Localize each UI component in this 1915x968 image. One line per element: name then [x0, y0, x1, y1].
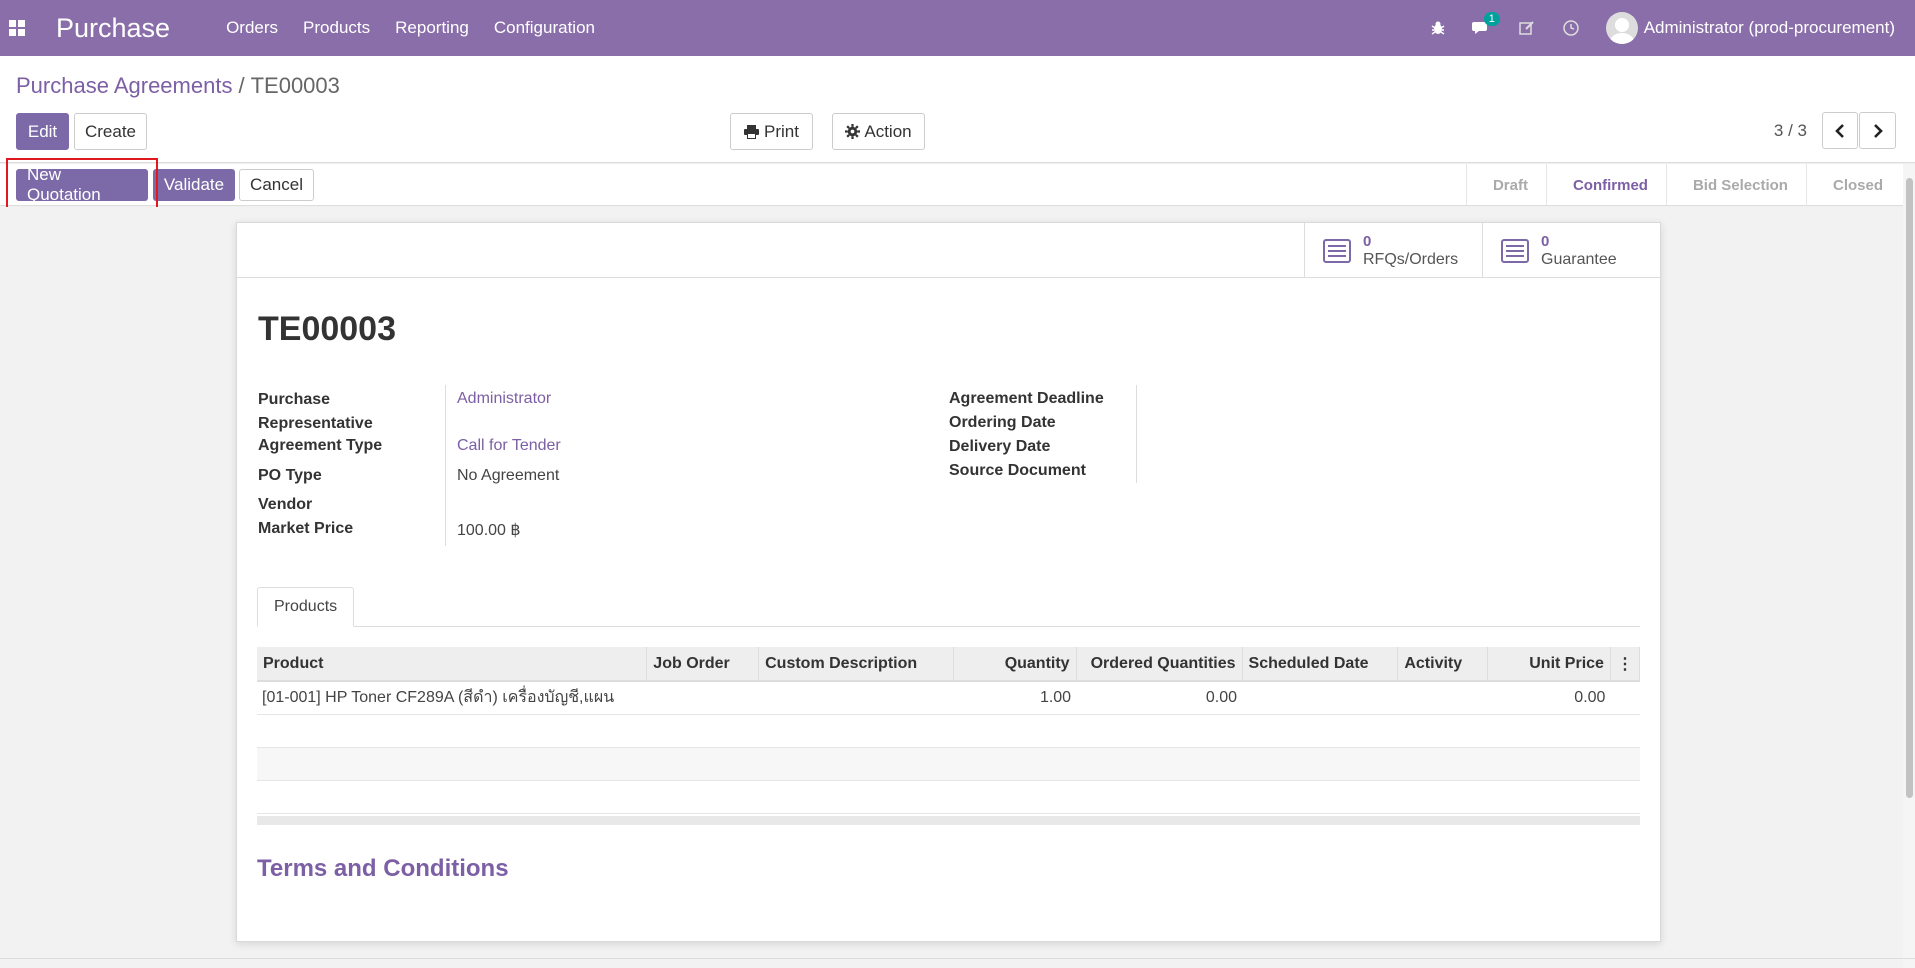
order-lines-table: Product Job Order Custom Description Qua…: [257, 647, 1641, 814]
terms-heading: Terms and Conditions: [257, 855, 509, 882]
top-navbar: Purchase Orders Products Reporting Confi…: [0, 0, 1915, 56]
breadcrumb-parent[interactable]: Purchase Agreements: [16, 73, 232, 98]
column-header-unit-price[interactable]: Unit Price: [1487, 647, 1611, 682]
gear-icon: [845, 124, 861, 139]
print-label: Print: [764, 121, 799, 141]
pager-next-button[interactable]: [1859, 112, 1896, 149]
record-title: TE00003: [258, 310, 396, 348]
status-bar: New Quotation Validate Cancel Draft Conf…: [0, 164, 1915, 206]
stage-confirmed[interactable]: Confirmed: [1545, 164, 1666, 206]
chevron-left-icon: [1835, 123, 1844, 138]
cell-product: [01-001] HP Toner CF289A (สีดำ) เครื่องบ…: [257, 681, 647, 715]
column-header-scheduled-date[interactable]: Scheduled Date: [1242, 647, 1399, 682]
user-avatar[interactable]: [1605, 12, 1638, 44]
field-divider: [1136, 385, 1137, 483]
cell-scheduled-date: [1242, 681, 1398, 715]
market-price-value: 100.00 ฿: [457, 522, 521, 539]
rfqs-orders-count: 0: [1363, 232, 1372, 250]
po-type-value[interactable]: No Agreement: [457, 467, 559, 485]
column-header-activity[interactable]: Activity: [1397, 647, 1489, 682]
chevron-right-icon: [1873, 123, 1883, 138]
list-icon: [1323, 238, 1351, 263]
smart-button-box: 0 RFQs/Orders 0 Guarantee: [237, 223, 1660, 278]
control-panel: Purchase Agreements / TE00003 Edit Create …: [0, 56, 1915, 163]
guarantee-smart-button[interactable]: 0 Guarantee: [1482, 223, 1660, 278]
edit-button[interactable]: Edit: [16, 113, 69, 150]
cell-job-order: [646, 681, 759, 715]
scrollbar-thumb[interactable]: [1906, 178, 1913, 798]
table-footer: [257, 816, 1640, 825]
page-scrollbar[interactable]: [1903, 164, 1915, 968]
breadcrumb-current: TE00003: [250, 73, 340, 98]
column-options-icon[interactable]: ⋮: [1610, 647, 1641, 682]
ordering-date-label: Ordering Date: [949, 414, 1056, 431]
field-divider: [445, 385, 446, 546]
apps-menu-icon[interactable]: [0, 0, 33, 56]
chat-badge: 1: [1483, 12, 1500, 26]
pager-previous-button[interactable]: [1822, 112, 1858, 149]
bug-icon[interactable]: [1430, 20, 1446, 36]
table-header-row: Product Job Order Custom Description Qua…: [257, 647, 1641, 682]
vendor-label: Vendor: [258, 496, 313, 513]
rfqs-orders-smart-button[interactable]: 0 RFQs/Orders: [1304, 223, 1482, 278]
cell-ordered-quantities: 0.00: [1076, 681, 1243, 715]
print-button[interactable]: Print: [730, 113, 813, 150]
rfqs-orders-label: RFQs/Orders: [1363, 250, 1459, 268]
column-header-custom-description[interactable]: Custom Description: [758, 647, 954, 682]
stage-closed[interactable]: Closed: [1805, 164, 1901, 206]
source-document-label: Source Document: [949, 462, 1086, 479]
po-type-label: PO Type: [258, 467, 322, 484]
create-button[interactable]: Create: [74, 113, 147, 150]
clock-icon[interactable]: [1562, 19, 1580, 37]
empty-row: [257, 714, 1640, 748]
delivery-date-label: Delivery Date: [949, 438, 1051, 455]
empty-row: [257, 747, 1640, 781]
app-title: Purchase: [56, 12, 171, 43]
action-label: Action: [864, 121, 912, 141]
chat-icon[interactable]: 1: [1471, 12, 1500, 36]
stage-bid-selection[interactable]: Bid Selection: [1665, 164, 1806, 206]
guarantee-count: 0: [1541, 232, 1550, 250]
stage-draft[interactable]: Draft: [1465, 164, 1546, 206]
column-header-job-order[interactable]: Job Order: [646, 647, 760, 682]
tab-products[interactable]: Products: [257, 587, 355, 627]
action-button[interactable]: Action: [832, 113, 925, 150]
user-menu[interactable]: Administrator (prod-procurement): [1644, 18, 1895, 38]
cell-activity: [1397, 681, 1488, 715]
cell-unit-price: 0.00: [1487, 681, 1611, 715]
guarantee-label: Guarantee: [1541, 250, 1617, 268]
breadcrumb-separator: /: [238, 73, 245, 98]
breadcrumb: Purchase Agreements / TE00003: [16, 73, 340, 99]
cell-custom-description: [758, 681, 954, 715]
cell-quantity: 1.00: [953, 681, 1077, 715]
column-header-ordered-quantities[interactable]: Ordered Quantities: [1076, 647, 1243, 682]
form-sheet: 0 RFQs/Orders 0 Guarantee TE00003 Purcha…: [236, 222, 1661, 942]
table-row[interactable]: [01-001] HP Toner CF289A (สีดำ) เครื่องบ…: [257, 681, 1640, 715]
market-price-label: Market Price: [258, 520, 354, 537]
pager-value[interactable]: 3 / 3: [1774, 121, 1807, 141]
bottom-divider: [0, 958, 1915, 959]
print-icon: [744, 124, 760, 139]
stage-pipeline: Draft Confirmed Bid Selection Closed: [1465, 164, 1901, 206]
column-header-product[interactable]: Product: [257, 647, 648, 682]
purchase-representative-value[interactable]: Administrator: [457, 390, 551, 408]
column-header-quantity[interactable]: Quantity: [953, 647, 1077, 682]
menu-products[interactable]: Products: [303, 18, 370, 38]
list-icon: [1501, 238, 1529, 263]
agreement-type-label: Agreement Type: [258, 437, 383, 454]
menu-configuration[interactable]: Configuration: [494, 18, 595, 38]
validate-button[interactable]: Validate: [153, 169, 235, 201]
agreement-type-value[interactable]: Call for Tender: [457, 437, 561, 455]
menu-reporting[interactable]: Reporting: [395, 18, 469, 38]
edit-note-icon[interactable]: [1518, 19, 1536, 37]
cell-empty: [1610, 681, 1640, 715]
empty-row: [257, 780, 1640, 814]
tab-underline: [257, 626, 1640, 627]
cancel-button[interactable]: Cancel: [239, 169, 314, 201]
purchase-representative-label: Purchase Representative: [258, 391, 373, 432]
menu-orders[interactable]: Orders: [226, 18, 278, 38]
agreement-deadline-label: Agreement Deadline: [949, 390, 1104, 407]
